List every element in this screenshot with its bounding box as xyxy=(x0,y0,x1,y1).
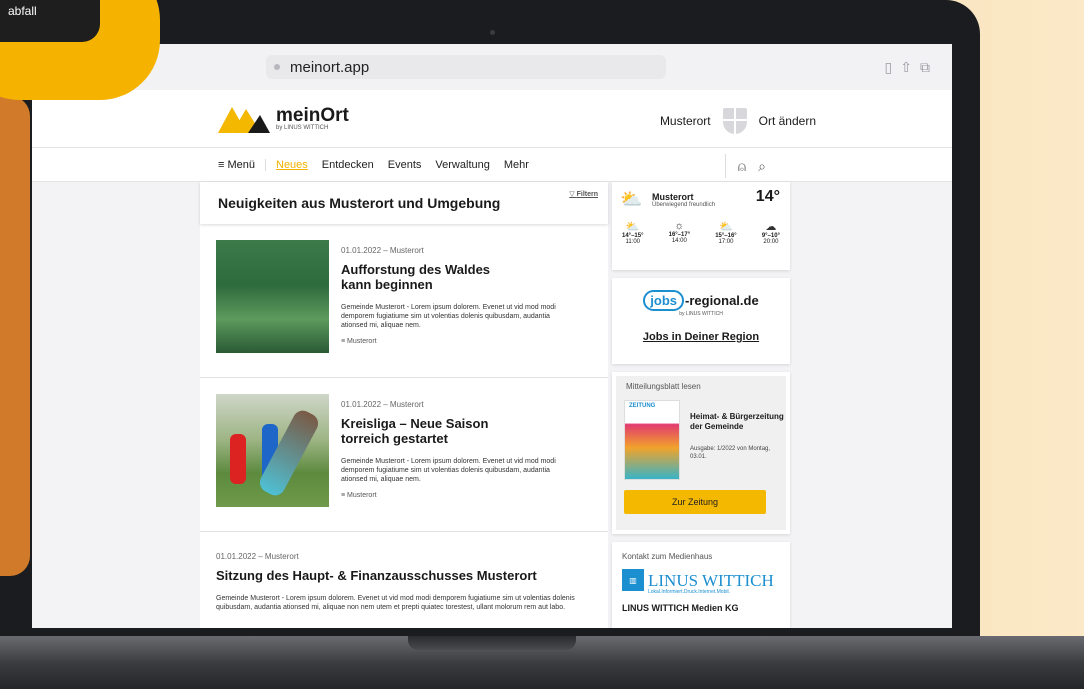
location-switcher: Musterort Ort ändern xyxy=(660,108,816,134)
cloud-icon: ☁ xyxy=(765,221,777,233)
browser-bar: ‹› meinort.app ▯⇧⧉ xyxy=(32,44,952,90)
filter-label: Filtern xyxy=(576,191,598,198)
news-title[interactable]: Kreisliga – Neue Saison torreich gestart… xyxy=(341,416,521,447)
cover-label: ZEITUNG xyxy=(629,403,656,409)
browser-screen: ‹› meinort.app ▯⇧⧉ meinOrt by LINUS WITT… xyxy=(32,44,952,628)
reader-icon[interactable]: ▯ xyxy=(885,59,901,75)
linus-wittich-tagline: Lokal.Informiert.Druck.Internet.Mobil. xyxy=(648,589,730,595)
logo-text: meinOrt xyxy=(276,105,349,126)
newspaper-issue: Ausgabe: 1/2022 von Montag, 03.01. xyxy=(690,446,771,460)
forecast-time: 20:00 xyxy=(763,239,779,245)
linus-wittich-name: LINUS WITTICH xyxy=(648,570,774,590)
contact-widget: Kontakt zum Medienhaus ▥ LINUS WITTICH L… xyxy=(612,542,790,628)
contact-company: LINUS WITTICH Medien KG xyxy=(622,603,739,613)
news-item[interactable]: 01.01.2022 – Musterort Kreisliga – Neue … xyxy=(200,378,608,532)
soccer-thumbnail[interactable] xyxy=(216,394,329,507)
menu-button[interactable]: ≡ Menü xyxy=(218,158,266,171)
weather-temperature: 14° xyxy=(755,188,780,205)
jobs-regional-logo: jobs -regional.de xyxy=(643,290,759,311)
nav-actions: ⍝ ⌕ xyxy=(724,154,766,178)
news-meta: 01.01.2022 – Musterort xyxy=(341,400,424,409)
forecast-slot: ⛅ 15°–16° 17:00 xyxy=(715,220,736,245)
news-heading-card: Neuigkeiten aus Musterort und Umgebung ▽… xyxy=(200,182,608,224)
nav-entdecken[interactable]: Entdecken xyxy=(322,159,374,171)
nav-mehr[interactable]: Mehr xyxy=(504,159,529,171)
nav-verwaltung[interactable]: Verwaltung xyxy=(435,159,489,171)
watch-screen: abfall xyxy=(0,0,100,42)
sun-icon: ☼ xyxy=(674,220,685,232)
linus-wittich-logo-icon: ▥ xyxy=(622,569,644,591)
url-text: meinort.app xyxy=(290,58,370,76)
contact-title: Kontakt zum Medienhaus xyxy=(622,552,713,561)
news-category-label: Musterort xyxy=(347,492,377,500)
filter-link[interactable]: ▽ Filtern xyxy=(569,190,598,198)
jobs-logo-rest: -regional.de xyxy=(685,293,759,308)
news-teaser: Gemeinde Musterort - Lorem ipsum dolorem… xyxy=(216,594,575,612)
camera-dot xyxy=(490,30,495,35)
forecast-slot: ☁ 9°–10° 20:00 xyxy=(762,220,780,245)
url-bar[interactable]: meinort.app xyxy=(266,55,666,79)
news-meta: 01.01.2022 – Musterort xyxy=(216,552,299,561)
partly-sunny-icon: ⛅ xyxy=(620,189,643,209)
newspaper-headline: Heimat- & Bürgerzeitung der Gemeinde xyxy=(690,412,784,431)
forecast-slot: ⛅ 14°–15° 11:00 xyxy=(622,220,643,245)
open-newspaper-button[interactable]: Zur Zeitung xyxy=(624,490,766,514)
newspaper-widget: Mitteilungsblatt lesen ZEITUNG Heimat- &… xyxy=(612,372,790,534)
tabs-icon[interactable]: ⧉ xyxy=(920,59,938,75)
current-location: Musterort xyxy=(659,114,711,128)
news-meta: 01.01.2022 – Musterort xyxy=(341,246,424,255)
background-arm xyxy=(0,96,30,576)
news-teaser: Gemeinde Musterort - Lorem ipsum dolorem… xyxy=(341,457,556,484)
news-category: ≡ Musterort xyxy=(341,492,377,500)
jobs-logo-sub: by LINUS WITTICH xyxy=(679,311,723,317)
content-area: Neuigkeiten aus Musterort und Umgebung ▽… xyxy=(32,182,952,628)
jobs-link[interactable]: Jobs in Deiner Region xyxy=(612,331,790,343)
news-item[interactable]: 01.01.2022 – Musterort Sitzung des Haupt… xyxy=(200,532,608,612)
news-teaser: Gemeinde Musterort - Lorem ipsum dolorem… xyxy=(341,303,556,330)
main-nav: ≡ Menü Neues Entdecken Events Verwaltung… xyxy=(32,148,952,182)
share-icon[interactable]: ⇧ xyxy=(900,59,920,75)
smartwatch: abfall xyxy=(0,0,160,100)
jobs-widget[interactable]: jobs -regional.de by LINUS WITTICH Jobs i… xyxy=(612,278,790,364)
newspaper-inner: Mitteilungsblatt lesen ZEITUNG Heimat- &… xyxy=(616,376,786,530)
news-category: ≡ Musterort xyxy=(341,338,377,346)
nav-neues[interactable]: Neues xyxy=(276,159,308,171)
newspaper-title: Mitteilungsblatt lesen xyxy=(626,382,701,391)
weather-forecast: ⛅ 14°–15° 11:00 ☼ 16°–17° 14:00 ⛅ 15°–16… xyxy=(618,220,784,245)
site-header: meinOrt by LINUS WITTICH Musterort Ort ä… xyxy=(32,90,952,148)
user-icon[interactable]: ⍝ xyxy=(738,158,746,175)
meinort-logo-icon xyxy=(218,106,270,133)
forecast-time: 11:00 xyxy=(625,239,641,245)
forest-thumbnail[interactable] xyxy=(216,240,329,353)
news-title[interactable]: Aufforstung des Waldes kann beginnen xyxy=(341,262,521,293)
laptop-notch xyxy=(408,636,576,650)
forecast-time: 17:00 xyxy=(718,239,734,245)
newspaper-cover[interactable]: ZEITUNG xyxy=(624,400,680,480)
weather-widget[interactable]: ⛅ Musterort Überwiegend freundlich 14° ⛅… xyxy=(612,182,790,270)
cloud-sun-icon: ⛅ xyxy=(625,221,640,233)
player-red xyxy=(230,434,246,484)
news-column: Neuigkeiten aus Musterort und Umgebung ▽… xyxy=(200,182,608,628)
linus-wittich-logo[interactable]: ▥ LINUS WITTICH xyxy=(622,569,780,591)
news-item[interactable]: 01.01.2022 – Musterort Aufforstung des W… xyxy=(200,224,608,378)
forecast-time: 14:00 xyxy=(671,238,687,244)
jobs-pill: jobs xyxy=(643,290,685,311)
sidebar: ⛅ Musterort Überwiegend freundlich 14° ⛅… xyxy=(612,182,790,628)
forecast-slot: ☼ 16°–17° 14:00 xyxy=(669,220,690,245)
cloud-sun-icon: ⛅ xyxy=(719,221,733,233)
search-icon[interactable]: ⌕ xyxy=(758,158,766,175)
crest-icon xyxy=(722,108,747,134)
news-category-label: Musterort xyxy=(347,338,377,346)
change-location-link[interactable]: Ort ändern xyxy=(759,114,816,128)
news-heading: Neuigkeiten aus Musterort und Umgebung xyxy=(218,195,501,211)
browser-toolbar-icons: ▯⇧⧉ xyxy=(885,59,938,76)
news-title[interactable]: Sitzung des Haupt- & Finanzausschusses M… xyxy=(216,568,594,584)
news-item-text: 01.01.2022 – Musterort Kreisliga – Neue … xyxy=(341,394,561,531)
lock-icon xyxy=(274,64,280,70)
nav-events[interactable]: Events xyxy=(388,159,422,171)
site-logo[interactable]: meinOrt by LINUS WITTICH xyxy=(218,103,349,135)
news-item-text: 01.01.2022 – Musterort Aufforstung des W… xyxy=(341,240,561,377)
